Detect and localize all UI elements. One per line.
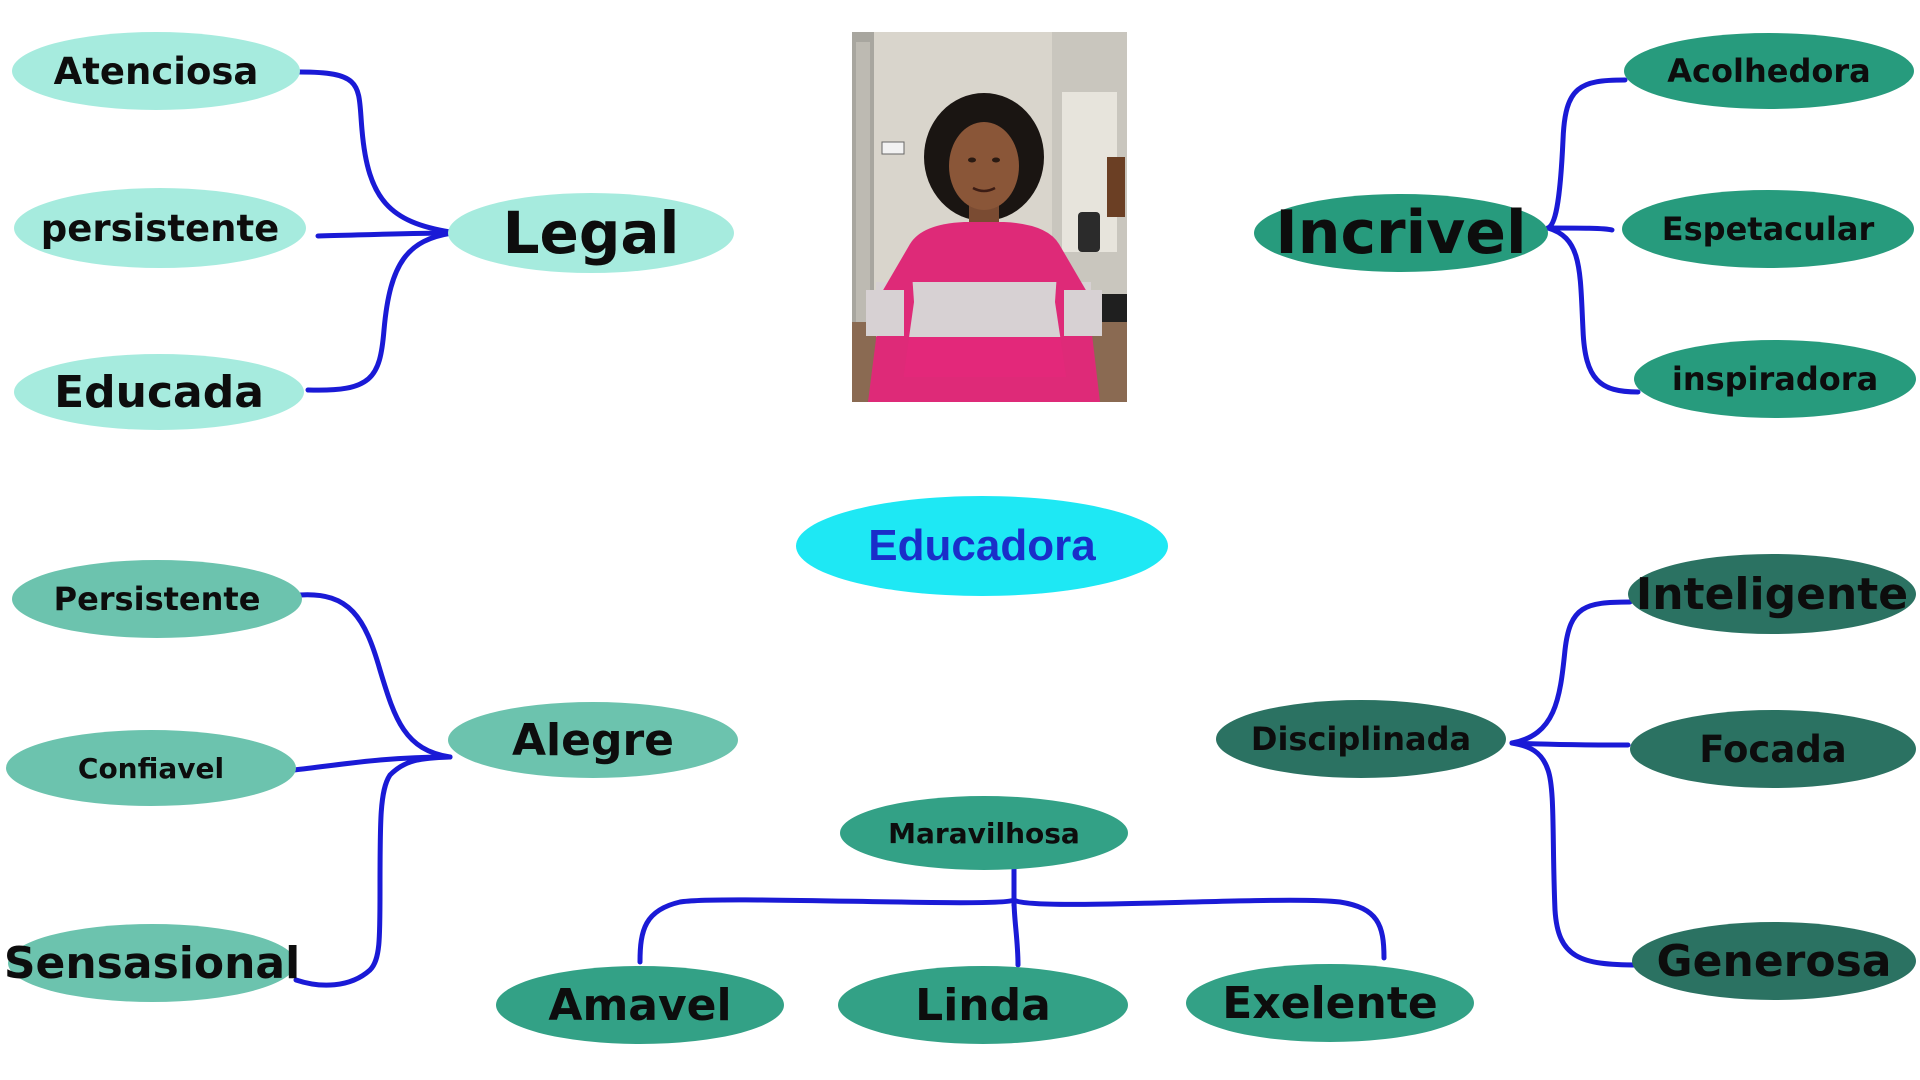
node-maravilhosa: Maravilhosa [840,796,1128,870]
node-generosa-label: Generosa [1656,935,1892,987]
center-node-educadora: Educadora [796,496,1168,596]
connector-disciplinada-inteligente [1509,599,1633,746]
node-inteligente: Inteligente [1628,554,1916,634]
node-alegre: Alegre [448,702,738,778]
node-inspiradora: inspiradora [1634,340,1916,418]
connector-legal-atenciosa [297,69,453,235]
node-linda: Linda [838,966,1128,1044]
node-alegre-label: Alegre [511,714,674,766]
node-legal-label: Legal [502,199,680,267]
connector-alegre-persistente [297,592,453,760]
node-persistente-lower: persistente [14,188,306,268]
node-disciplinada-label: Disciplinada [1250,720,1472,758]
woman-portrait-photo [852,32,1127,402]
node-exelente-label: Exelente [1222,977,1438,1029]
node-persistente-upper-label: Persistente [53,580,261,618]
node-disciplinada: Disciplinada [1216,700,1506,778]
node-sensasional-label: Sensasional [3,937,301,989]
node-educada: Educada [14,354,304,430]
center-label: Educadora [868,521,1096,570]
connector-incrivel-inspiradora [1545,225,1641,395]
node-espetacular: Espetacular [1622,190,1914,268]
node-sensasional: Sensasional [4,924,300,1002]
node-persistente-lower-label: persistente [40,206,280,250]
node-generosa: Generosa [1632,922,1916,1000]
node-atenciosa: Atenciosa [12,32,300,110]
node-inteligente-label: Inteligente [1635,568,1909,620]
node-focada-label: Focada [1699,727,1847,771]
node-linda-label: Linda [915,979,1051,1031]
node-maravilhosa-label: Maravilhosa [888,816,1080,850]
node-incrivel-label: Incrivel [1275,198,1527,268]
connector-alegre-sensasional [293,754,453,988]
node-acolhedora: Acolhedora [1624,33,1914,109]
node-confiavel-label: Confiavel [77,751,225,785]
node-inspiradora-label: inspiradora [1671,360,1879,398]
node-legal: Legal [448,193,734,273]
node-atenciosa-label: Atenciosa [53,49,259,93]
connector-incrivel-acolhedora [1545,77,1628,231]
node-exelente: Exelente [1186,964,1474,1042]
node-acolhedora-label: Acolhedora [1667,52,1871,90]
connector-maravilhosa-amavel [637,897,1017,965]
connector-disciplinada-generosa [1509,740,1641,968]
node-amavel-label: Amavel [548,979,732,1031]
node-educada-label: Educada [54,366,264,418]
connector-legal-educada [305,230,455,393]
connector-maravilhosa-exelente [1011,897,1387,961]
node-amavel: Amavel [496,966,784,1044]
node-persistente-upper: Persistente [12,560,302,638]
node-confiavel: Confiavel [6,730,296,806]
node-focada: Focada [1630,710,1916,788]
node-espetacular-label: Espetacular [1661,210,1875,248]
connector-maravilhosa-linda [1011,897,1021,968]
node-incrivel: Incrivel [1254,194,1548,272]
connector-disciplinada-focada [1509,740,1631,748]
mind-map: Educadora Legal Atenciosa persistente Ed… [0,0,1920,1080]
